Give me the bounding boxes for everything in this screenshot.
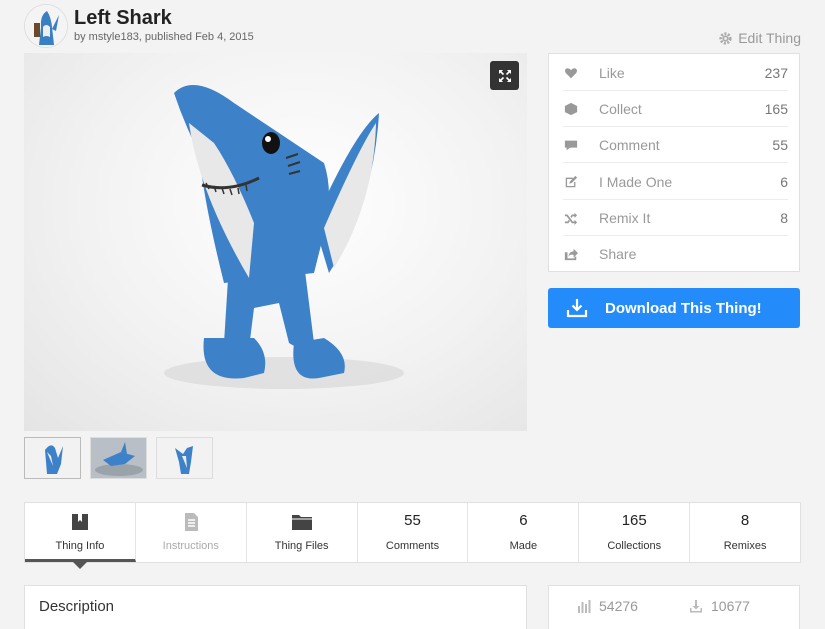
thing-tabs: Thing Info Instructions Thing Files 55 C…	[24, 502, 801, 569]
avatar[interactable]	[24, 4, 68, 48]
bar-chart-icon	[578, 600, 591, 613]
expand-icon	[498, 69, 511, 82]
thumbnail-1[interactable]	[24, 437, 81, 479]
view-count: 54276	[577, 598, 638, 614]
heart-icon	[563, 65, 579, 81]
tab-label: Comments	[385, 540, 440, 552]
tab-label: Collections	[607, 540, 662, 552]
download-button[interactable]: Download This Thing!	[548, 288, 800, 328]
share-button[interactable]: Share	[563, 236, 788, 272]
download-count: 10677	[689, 598, 750, 614]
tab-count: 55	[404, 512, 421, 529]
i-made-one-label: I Made One	[599, 173, 673, 190]
i-made-one-button[interactable]: I Made One 6	[563, 164, 788, 200]
comment-count: 55	[772, 136, 788, 153]
tab-count: 6	[519, 512, 528, 529]
made-icon	[563, 174, 579, 190]
download-icon	[690, 600, 702, 613]
download-label: Download This Thing!	[605, 299, 762, 317]
description-heading: Description	[39, 598, 115, 615]
left-shark-model-image	[164, 85, 404, 389]
byline[interactable]: by mstyle183, published Feb 4, 2015	[74, 31, 254, 43]
thumbnail-strip	[24, 437, 213, 479]
fullscreen-button[interactable]	[490, 61, 519, 90]
tab-comments[interactable]: 55 Comments	[358, 503, 469, 562]
made-count: 6	[780, 173, 788, 190]
views-value: 54276	[599, 598, 638, 614]
edit-thing-link[interactable]: Edit Thing	[718, 30, 801, 46]
like-button[interactable]: Like 237	[563, 55, 788, 91]
like-count: 237	[764, 64, 788, 81]
tab-collections[interactable]: 165 Collections	[579, 503, 691, 562]
tab-thing-files[interactable]: Thing Files	[247, 503, 358, 562]
thing-header: Left Shark by mstyle183, published Feb 4…	[0, 0, 825, 52]
tab-remixes[interactable]: 8 Remixes	[690, 503, 800, 562]
remix-label: Remix It	[599, 209, 651, 226]
like-label: Like	[599, 64, 625, 81]
actions-panel: Like 237 Collect 165 Comment 55 I Made O…	[548, 53, 800, 272]
comment-icon	[563, 137, 579, 153]
downloads-value: 10677	[711, 598, 750, 614]
tab-label: Thing Files	[274, 540, 329, 552]
tab-made[interactable]: 6 Made	[468, 503, 580, 562]
thumbnail-2[interactable]	[90, 437, 147, 479]
main-image[interactable]	[24, 53, 527, 431]
page-title: Left Shark	[74, 7, 172, 29]
tab-label: Thing Info	[55, 540, 105, 552]
book-icon	[69, 511, 91, 533]
gear-icon	[719, 31, 732, 45]
comment-button[interactable]: Comment 55	[563, 127, 788, 163]
tab-count: 165	[621, 512, 647, 529]
tab-label: Made	[509, 540, 538, 552]
stats-panel: 54276 10677	[548, 585, 800, 629]
collect-icon	[563, 101, 579, 117]
tab-instructions[interactable]: Instructions	[136, 503, 247, 562]
share-icon	[563, 246, 579, 262]
tab-label: Remixes	[723, 540, 767, 552]
tab-label: Instructions	[162, 540, 219, 552]
remix-icon	[563, 210, 579, 226]
collect-label: Collect	[599, 100, 642, 117]
comment-label: Comment	[599, 136, 660, 153]
collect-button[interactable]: Collect 165	[563, 91, 788, 127]
document-icon	[180, 511, 202, 533]
remix-button[interactable]: Remix It 8	[563, 200, 788, 236]
thumbnail-3[interactable]	[156, 437, 213, 479]
remix-count: 8	[780, 209, 788, 226]
tab-thing-info[interactable]: Thing Info	[25, 503, 136, 569]
collect-count: 165	[764, 100, 788, 117]
tab-count: 8	[740, 512, 750, 529]
description-panel: Description	[24, 585, 527, 629]
edit-thing-label: Edit Thing	[738, 30, 801, 46]
share-label: Share	[599, 246, 637, 262]
folder-icon	[291, 511, 313, 533]
download-icon	[566, 299, 588, 318]
